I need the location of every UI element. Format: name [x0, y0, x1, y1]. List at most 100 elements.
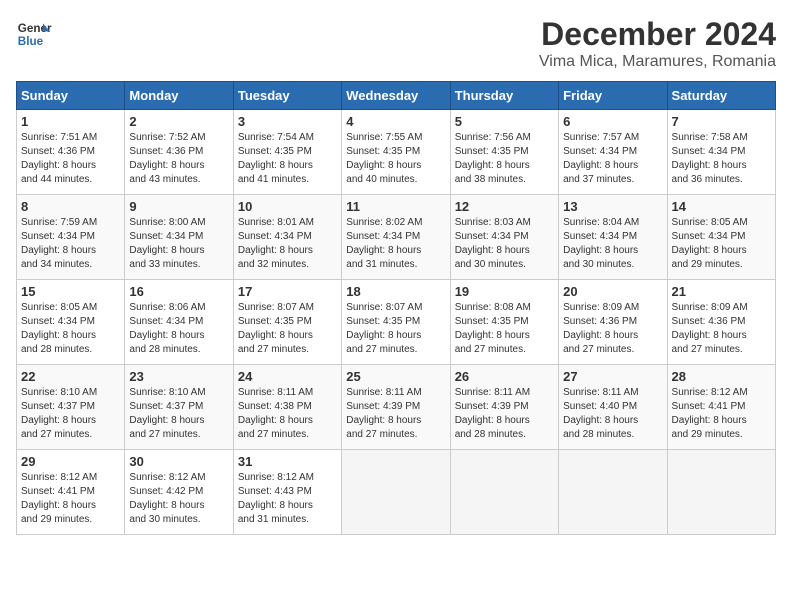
day-info: Sunrise: 8:05 AM Sunset: 4:34 PM Dayligh…: [672, 216, 771, 272]
sunset-time: Sunset: 4:34 PM: [455, 231, 529, 242]
calendar-cell: 12 Sunrise: 8:03 AM Sunset: 4:34 PM Dayl…: [450, 195, 558, 280]
daylight-hours: Daylight: 8 hours: [21, 330, 96, 341]
sunset-time: Sunset: 4:34 PM: [21, 316, 95, 327]
day-number: 4: [346, 114, 445, 129]
calendar-cell: 11 Sunrise: 8:02 AM Sunset: 4:34 PM Dayl…: [342, 195, 450, 280]
daylight-minutes: and 27 minutes.: [346, 344, 417, 355]
sunrise-time: Sunrise: 8:06 AM: [129, 302, 205, 313]
day-number: 16: [129, 284, 228, 299]
calendar-cell: 31 Sunrise: 8:12 AM Sunset: 4:43 PM Dayl…: [233, 450, 341, 535]
daylight-hours: Daylight: 8 hours: [563, 330, 638, 341]
day-number: 20: [563, 284, 662, 299]
day-info: Sunrise: 8:11 AM Sunset: 4:39 PM Dayligh…: [455, 386, 554, 442]
sunrise-time: Sunrise: 8:11 AM: [346, 387, 421, 398]
sunset-time: Sunset: 4:37 PM: [21, 401, 95, 412]
calendar-cell: 16 Sunrise: 8:06 AM Sunset: 4:34 PM Dayl…: [125, 280, 233, 365]
calendar-cell: 26 Sunrise: 8:11 AM Sunset: 4:39 PM Dayl…: [450, 365, 558, 450]
day-info: Sunrise: 8:11 AM Sunset: 4:39 PM Dayligh…: [346, 386, 445, 442]
day-number: 6: [563, 114, 662, 129]
calendar-cell: 30 Sunrise: 8:12 AM Sunset: 4:42 PM Dayl…: [125, 450, 233, 535]
day-info: Sunrise: 8:05 AM Sunset: 4:34 PM Dayligh…: [21, 301, 120, 357]
sunset-time: Sunset: 4:43 PM: [238, 486, 312, 497]
calendar-header-saturday: Saturday: [667, 82, 775, 110]
daylight-minutes: and 38 minutes.: [455, 174, 526, 185]
day-number: 25: [346, 369, 445, 384]
sunset-time: Sunset: 4:34 PM: [672, 146, 746, 157]
daylight-minutes: and 29 minutes.: [21, 514, 92, 525]
day-number: 21: [672, 284, 771, 299]
sunrise-time: Sunrise: 8:00 AM: [129, 217, 205, 228]
sunset-time: Sunset: 4:34 PM: [672, 231, 746, 242]
day-info: Sunrise: 8:10 AM Sunset: 4:37 PM Dayligh…: [129, 386, 228, 442]
day-number: 18: [346, 284, 445, 299]
calendar-body: 1 Sunrise: 7:51 AM Sunset: 4:36 PM Dayli…: [17, 110, 776, 535]
calendar-header-thursday: Thursday: [450, 82, 558, 110]
day-info: Sunrise: 8:07 AM Sunset: 4:35 PM Dayligh…: [238, 301, 337, 357]
sunrise-time: Sunrise: 8:07 AM: [346, 302, 422, 313]
sunrise-time: Sunrise: 7:57 AM: [563, 132, 639, 143]
sunrise-time: Sunrise: 8:02 AM: [346, 217, 422, 228]
calendar-cell: [559, 450, 667, 535]
sunrise-time: Sunrise: 8:12 AM: [129, 472, 205, 483]
day-number: 2: [129, 114, 228, 129]
calendar-cell: 19 Sunrise: 8:08 AM Sunset: 4:35 PM Dayl…: [450, 280, 558, 365]
daylight-hours: Daylight: 8 hours: [238, 160, 313, 171]
calendar-week-row: 15 Sunrise: 8:05 AM Sunset: 4:34 PM Dayl…: [17, 280, 776, 365]
day-number: 31: [238, 454, 337, 469]
daylight-hours: Daylight: 8 hours: [346, 330, 421, 341]
daylight-hours: Daylight: 8 hours: [129, 415, 204, 426]
sunrise-time: Sunrise: 8:08 AM: [455, 302, 531, 313]
day-info: Sunrise: 8:11 AM Sunset: 4:40 PM Dayligh…: [563, 386, 662, 442]
logo: General Blue: [16, 16, 52, 52]
sunset-time: Sunset: 4:38 PM: [238, 401, 312, 412]
daylight-minutes: and 28 minutes.: [21, 344, 92, 355]
daylight-hours: Daylight: 8 hours: [238, 415, 313, 426]
sunset-time: Sunset: 4:34 PM: [129, 231, 203, 242]
daylight-minutes: and 28 minutes.: [563, 429, 634, 440]
calendar-cell: 27 Sunrise: 8:11 AM Sunset: 4:40 PM Dayl…: [559, 365, 667, 450]
calendar-header-row: SundayMondayTuesdayWednesdayThursdayFrid…: [17, 82, 776, 110]
day-info: Sunrise: 7:52 AM Sunset: 4:36 PM Dayligh…: [129, 131, 228, 187]
daylight-minutes: and 34 minutes.: [21, 259, 92, 270]
calendar-cell: 9 Sunrise: 8:00 AM Sunset: 4:34 PM Dayli…: [125, 195, 233, 280]
calendar-cell: 14 Sunrise: 8:05 AM Sunset: 4:34 PM Dayl…: [667, 195, 775, 280]
sunrise-time: Sunrise: 8:01 AM: [238, 217, 314, 228]
calendar-cell: 29 Sunrise: 8:12 AM Sunset: 4:41 PM Dayl…: [17, 450, 125, 535]
calendar-cell: 5 Sunrise: 7:56 AM Sunset: 4:35 PM Dayli…: [450, 110, 558, 195]
day-number: 15: [21, 284, 120, 299]
day-info: Sunrise: 7:58 AM Sunset: 4:34 PM Dayligh…: [672, 131, 771, 187]
sunrise-time: Sunrise: 7:58 AM: [672, 132, 748, 143]
daylight-hours: Daylight: 8 hours: [563, 160, 638, 171]
calendar-cell: 6 Sunrise: 7:57 AM Sunset: 4:34 PM Dayli…: [559, 110, 667, 195]
sunrise-time: Sunrise: 8:09 AM: [563, 302, 639, 313]
calendar-header-friday: Friday: [559, 82, 667, 110]
sunrise-time: Sunrise: 8:12 AM: [672, 387, 748, 398]
sunrise-time: Sunrise: 8:09 AM: [672, 302, 748, 313]
daylight-hours: Daylight: 8 hours: [672, 245, 747, 256]
day-info: Sunrise: 8:12 AM Sunset: 4:43 PM Dayligh…: [238, 471, 337, 527]
calendar-cell: 22 Sunrise: 8:10 AM Sunset: 4:37 PM Dayl…: [17, 365, 125, 450]
sunrise-time: Sunrise: 7:59 AM: [21, 217, 97, 228]
daylight-minutes: and 27 minutes.: [672, 344, 743, 355]
daylight-minutes: and 27 minutes.: [21, 429, 92, 440]
sunrise-time: Sunrise: 7:56 AM: [455, 132, 531, 143]
day-number: 5: [455, 114, 554, 129]
calendar-header-wednesday: Wednesday: [342, 82, 450, 110]
sunrise-time: Sunrise: 8:12 AM: [21, 472, 97, 483]
daylight-minutes: and 30 minutes.: [455, 259, 526, 270]
sunrise-time: Sunrise: 7:51 AM: [21, 132, 97, 143]
day-number: 27: [563, 369, 662, 384]
daylight-hours: Daylight: 8 hours: [21, 245, 96, 256]
sunrise-time: Sunrise: 8:04 AM: [563, 217, 639, 228]
sunrise-time: Sunrise: 7:54 AM: [238, 132, 314, 143]
daylight-minutes: and 43 minutes.: [129, 174, 200, 185]
day-number: 3: [238, 114, 337, 129]
daylight-minutes: and 27 minutes.: [238, 344, 309, 355]
daylight-hours: Daylight: 8 hours: [455, 330, 530, 341]
sunset-time: Sunset: 4:35 PM: [455, 316, 529, 327]
daylight-minutes: and 41 minutes.: [238, 174, 309, 185]
sunset-time: Sunset: 4:34 PM: [346, 231, 420, 242]
daylight-hours: Daylight: 8 hours: [455, 160, 530, 171]
sunrise-time: Sunrise: 8:05 AM: [672, 217, 748, 228]
day-info: Sunrise: 8:12 AM Sunset: 4:41 PM Dayligh…: [21, 471, 120, 527]
